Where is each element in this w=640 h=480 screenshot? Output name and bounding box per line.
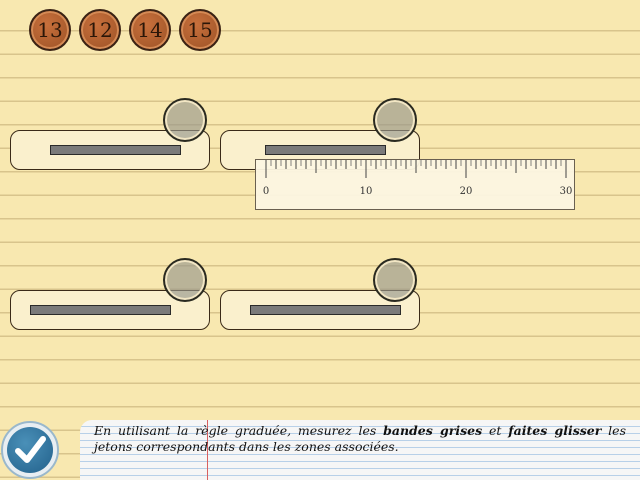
ruler-label-0: 0	[263, 186, 269, 197]
token-14[interactable]: 14	[129, 9, 171, 51]
gray-band-3	[30, 305, 171, 315]
validate-button[interactable]	[1, 421, 59, 479]
checkmark-icon	[7, 427, 53, 473]
instructions-panel: En utilisant la règle graduée, mesurez l…	[80, 420, 640, 480]
ruler-label-20: 20	[460, 186, 473, 197]
gray-band-4	[250, 305, 401, 315]
ruler-label-30: 30	[560, 186, 573, 197]
gray-band-2	[265, 145, 386, 155]
drop-zone-4[interactable]	[373, 258, 417, 302]
drop-zone-2[interactable]	[373, 98, 417, 142]
token-15[interactable]: 15	[179, 9, 221, 51]
ruler-label-10: 10	[360, 186, 373, 197]
ruler-scale: 0 10 20 30	[263, 160, 573, 197]
gray-band-1	[50, 145, 181, 155]
token-13[interactable]: 13	[29, 9, 71, 51]
drop-zone-1[interactable]	[163, 98, 207, 142]
token-12[interactable]: 12	[79, 9, 121, 51]
graduated-ruler[interactable]: 0 10 20 30	[255, 159, 575, 210]
instructions-text: En utilisant la règle graduée, mesurez l…	[94, 423, 626, 454]
drop-zone-3[interactable]	[163, 258, 207, 302]
